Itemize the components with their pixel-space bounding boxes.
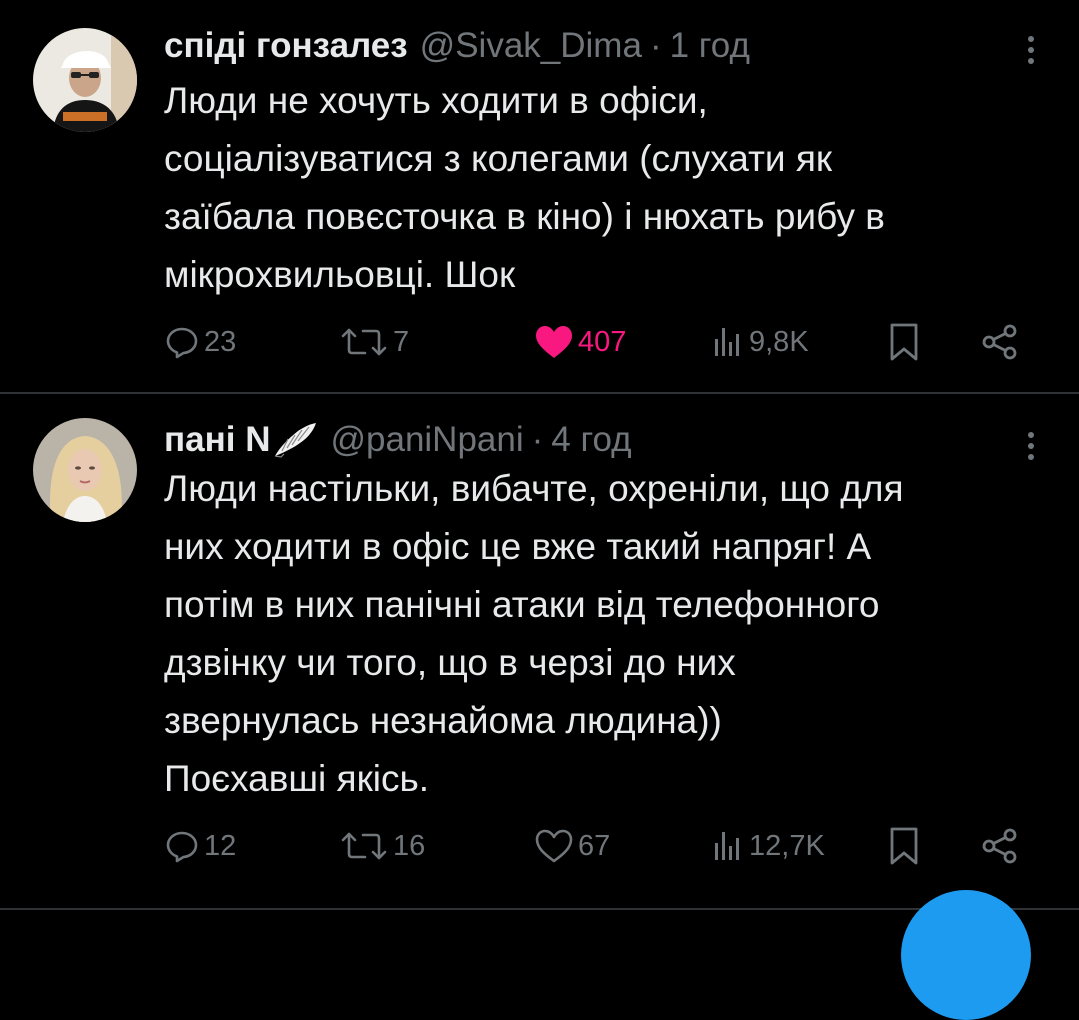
separator-dot: ·	[649, 26, 662, 65]
views-button[interactable]: 9,8K	[709, 320, 809, 364]
bookmark-icon	[886, 322, 922, 362]
tweet[interactable]: пані N @paniNpani · 4 год Люди настільки…	[0, 394, 1079, 908]
avatar[interactable]	[33, 418, 137, 522]
share-button[interactable]	[980, 320, 1020, 364]
views-count: 9,8K	[749, 325, 809, 358]
views-button[interactable]: 12,7K	[709, 824, 825, 868]
tweet-header: пані N @paniNpani · 4 год	[164, 418, 632, 462]
retweet-icon	[339, 324, 389, 360]
retweet-button[interactable]: 16	[339, 824, 425, 868]
user-handle[interactable]: @Sivak_Dima	[420, 24, 642, 68]
tweet-header: спіді гонзалез @Sivak_Dima · 1 год	[164, 24, 750, 68]
timestamp[interactable]: 4 год	[551, 418, 631, 462]
tweet[interactable]: спіді гонзалез @Sivak_Dima · 1 год Люди …	[0, 0, 1079, 392]
retweet-count: 16	[393, 829, 426, 862]
heart-outline-icon	[534, 828, 574, 864]
like-count: 67	[578, 829, 611, 862]
bookmark-button[interactable]	[886, 320, 922, 364]
retweet-icon	[339, 828, 389, 864]
bookmark-icon	[886, 826, 922, 866]
wing-icon	[272, 421, 318, 459]
share-icon	[980, 826, 1020, 866]
retweet-button[interactable]: 7	[339, 320, 409, 364]
tweet-text: Люди не хочуть ходити в офіси, соціалізу…	[164, 80, 885, 295]
reply-icon	[164, 828, 200, 864]
separator-dot: ·	[531, 420, 544, 459]
reply-count: 12	[204, 829, 237, 862]
reply-button[interactable]: 12	[164, 824, 236, 868]
timestamp[interactable]: 1 год	[670, 24, 750, 68]
like-button[interactable]: 67	[534, 824, 610, 868]
reply-count: 23	[204, 325, 237, 358]
more-vertical-icon[interactable]	[1021, 30, 1041, 70]
share-button[interactable]	[980, 824, 1020, 868]
display-name[interactable]: спіді гонзалез	[164, 24, 408, 68]
display-name[interactable]: пані N	[164, 418, 270, 462]
action-bar: 12 16 67 12,7K	[164, 824, 1034, 868]
user-handle[interactable]: @paniNpani	[330, 418, 523, 462]
views-icon	[709, 324, 745, 360]
reply-button[interactable]: 23	[164, 320, 236, 364]
reply-icon	[164, 324, 200, 360]
tweet-text: Люди настільки, вибачте, охреніли, що дл…	[164, 468, 904, 799]
views-icon	[709, 828, 745, 864]
compose-button[interactable]	[901, 890, 1031, 1020]
tweet-divider	[0, 908, 1079, 910]
share-icon	[980, 322, 1020, 362]
bookmark-button[interactable]	[886, 824, 922, 868]
views-count: 12,7K	[749, 829, 825, 862]
like-button[interactable]: 407	[534, 320, 626, 364]
avatar[interactable]	[33, 28, 137, 132]
action-bar: 23 7 407 9,8K	[164, 320, 1034, 364]
retweet-count: 7	[393, 325, 410, 358]
heart-filled-icon	[534, 324, 574, 360]
like-count: 407	[578, 325, 627, 358]
